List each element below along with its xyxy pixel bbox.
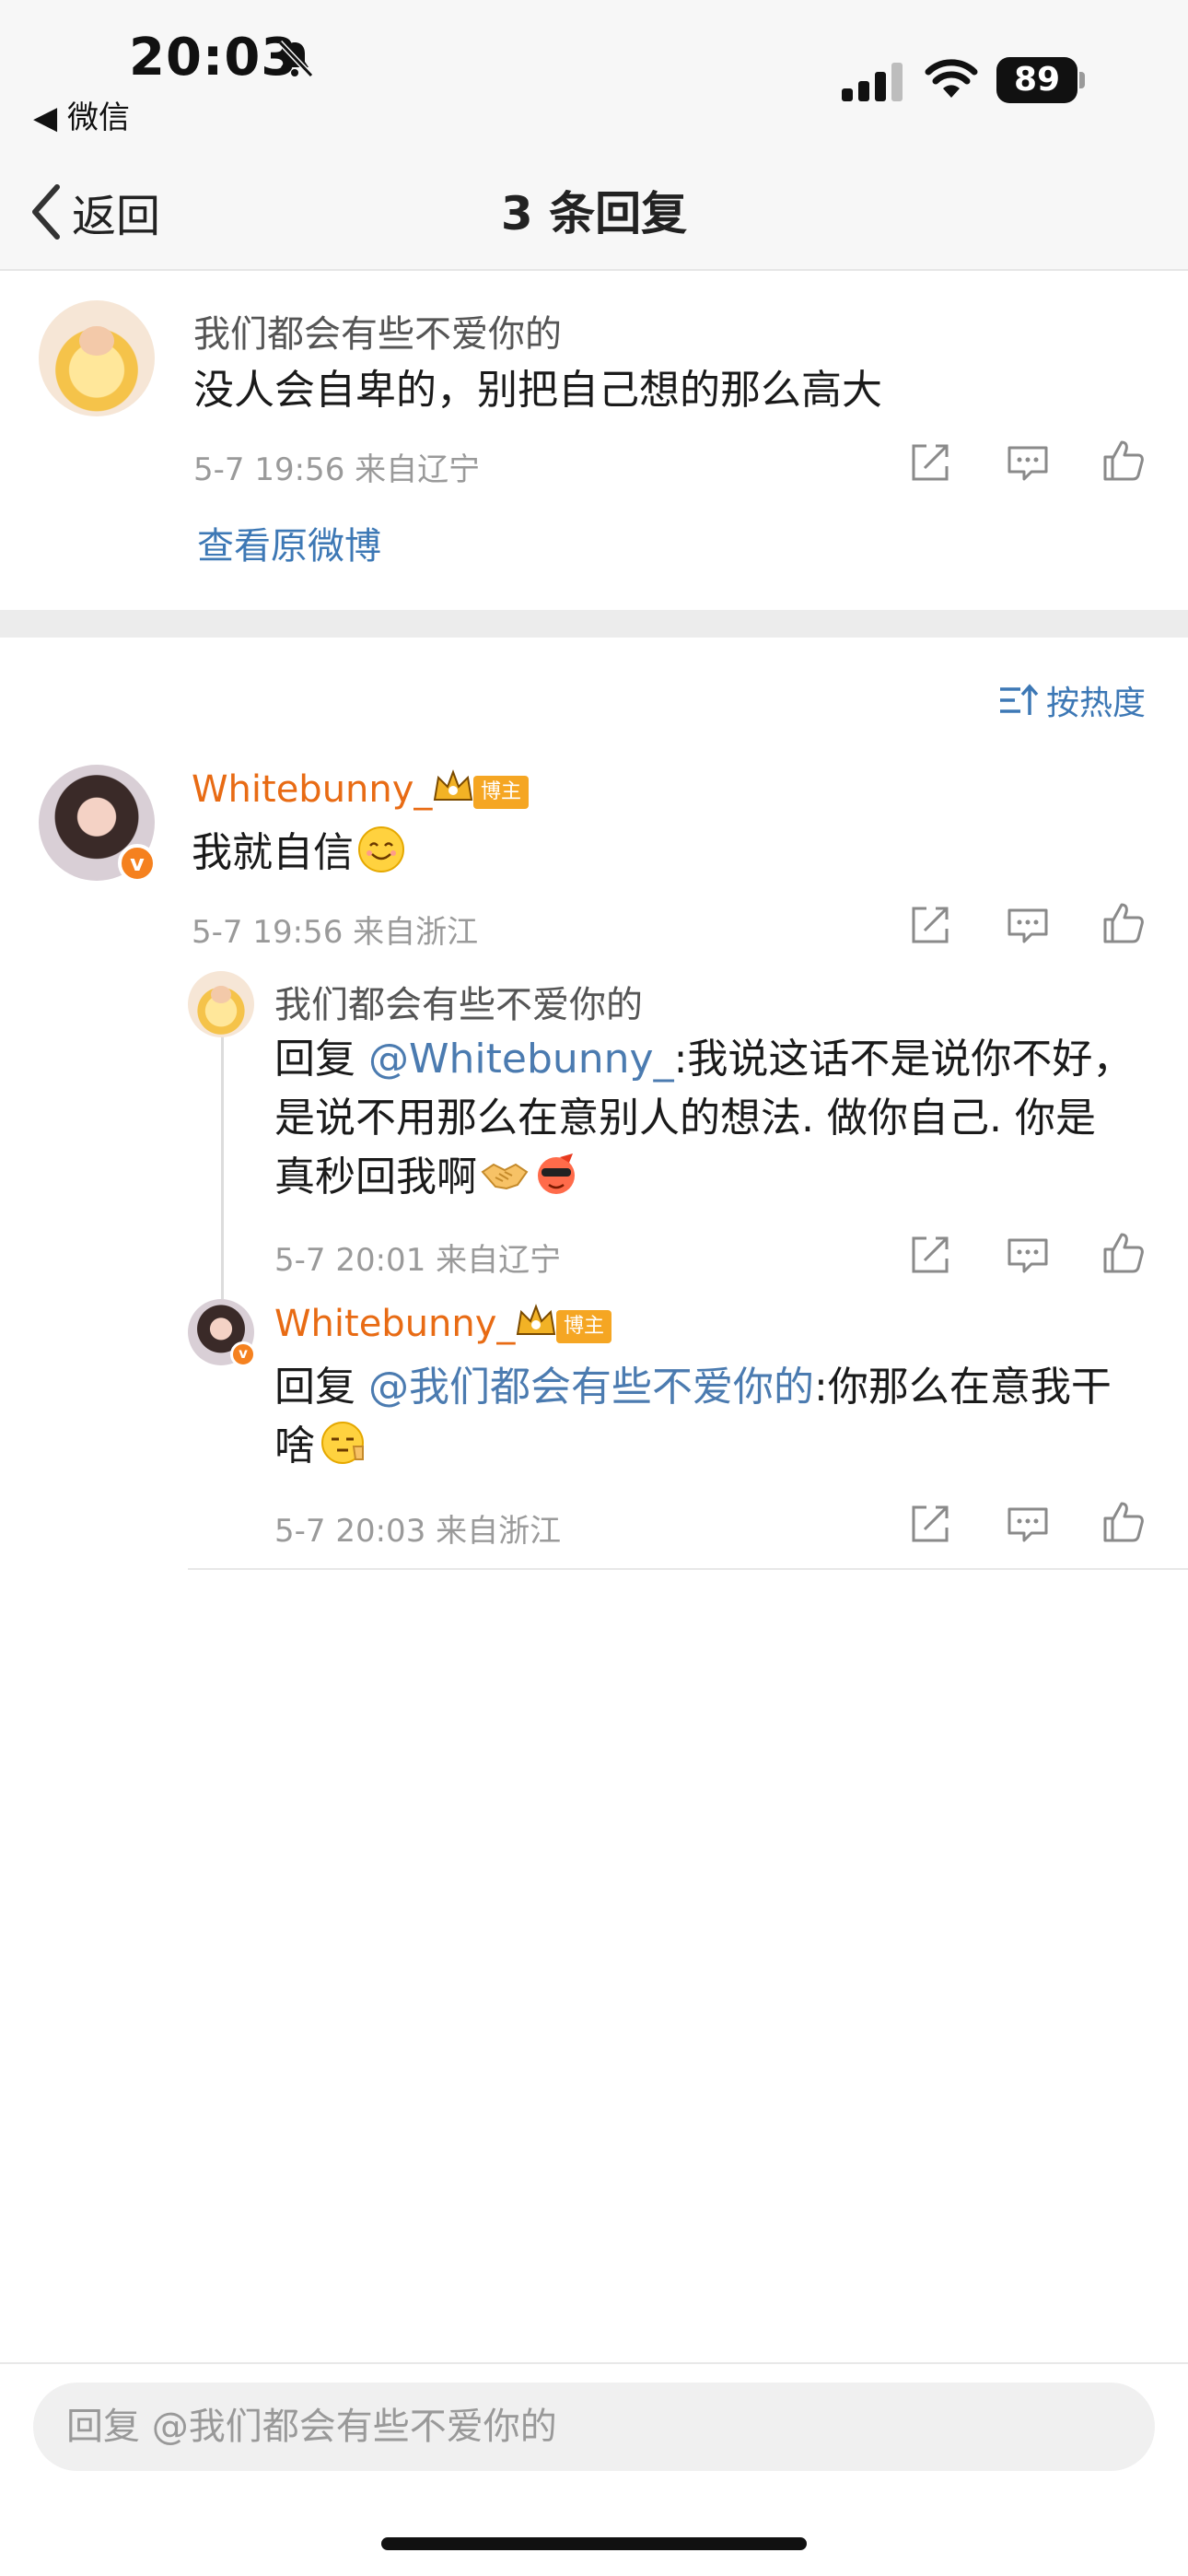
- crown-icon: [433, 769, 473, 801]
- reply-text: 回复 @我们都会有些不爱你的:你那么在意我干 啥: [274, 1358, 1159, 1476]
- cool-emoji-icon: [538, 1153, 575, 1194]
- mention-link[interactable]: @我们都会有些不爱你的: [368, 1364, 814, 1411]
- share-icon[interactable]: [908, 440, 952, 485]
- reply-meta: 5-7 20:03 来自浙江: [274, 1513, 562, 1550]
- sort-button[interactable]: 按热度: [998, 676, 1146, 724]
- sort-label: 按热度: [1046, 685, 1147, 722]
- view-original-link[interactable]: 查看原微博: [197, 516, 381, 569]
- reply-text-segment: :你那么在意我干: [814, 1364, 1112, 1411]
- reply-text-line: 是说不用那么在意别人的想法. 做你自己. 你是: [274, 1095, 1096, 1142]
- top-bar: 20:03 ◀ 微信 89 返回 3 条回复: [0, 0, 1188, 271]
- original-meta: 5-7 19:56 来自辽宁: [193, 451, 481, 488]
- section-divider: [0, 610, 1188, 638]
- comment-icon[interactable]: [1006, 1502, 1050, 1546]
- reply-text-segment: 真秒回我啊: [274, 1153, 477, 1200]
- verified-badge: v: [230, 1341, 256, 1367]
- sort-icon: [1000, 684, 1039, 715]
- reply-text-segment: :我说这话不是说你不好，: [673, 1036, 1134, 1083]
- comment-icon[interactable]: [1006, 903, 1050, 947]
- original-text: 没人会自卑的，别把自己想的那么高大: [193, 367, 882, 414]
- like-icon[interactable]: [1101, 439, 1146, 483]
- smile-emoji-icon: [358, 826, 404, 872]
- reply-meta: 5-7 20:01 来自辽宁: [274, 1242, 562, 1279]
- reply-username[interactable]: Whitebunny_: [274, 1303, 515, 1345]
- reply-prefix: 回复: [274, 1364, 368, 1411]
- comment-icon[interactable]: [1006, 1233, 1050, 1277]
- wifi-icon: [925, 59, 978, 98]
- bottom-divider: [0, 2362, 1188, 2364]
- battery-level: 89: [996, 57, 1077, 103]
- thread-separator: [188, 1568, 1188, 1570]
- reply-text-line: 啥: [274, 1417, 1159, 1476]
- reply-text-segment: 啥: [274, 1423, 315, 1469]
- original-username[interactable]: 我们都会有些不爱你的: [193, 304, 562, 357]
- avatar[interactable]: [188, 971, 254, 1037]
- avatar[interactable]: [39, 300, 155, 416]
- home-indicator[interactable]: [381, 2537, 807, 2550]
- like-icon[interactable]: [1101, 1500, 1146, 1544]
- share-icon[interactable]: [908, 1233, 952, 1277]
- back-to-app[interactable]: ◀ 微信: [33, 92, 130, 137]
- handshake-emoji-icon: [481, 1163, 529, 1190]
- signal-icon: [842, 63, 903, 101]
- battery-icon: 89: [996, 57, 1085, 103]
- blogger-badge: 博主: [556, 1310, 612, 1343]
- bell-mute-icon: [277, 40, 314, 78]
- reply-username[interactable]: 我们都会有些不爱你的: [274, 975, 643, 1028]
- comment-text: 我就自信: [192, 824, 405, 883]
- share-icon[interactable]: [908, 1502, 952, 1546]
- like-icon[interactable]: [1101, 1231, 1146, 1275]
- comment-username[interactable]: Whitebunny_: [192, 768, 432, 811]
- hmm-emoji-icon: [321, 1422, 364, 1464]
- mention-link[interactable]: @Whitebunny_: [368, 1036, 674, 1083]
- reply-text: 回复 @Whitebunny_:我说这话不是说你不好， 是说不用那么在意别人的想…: [274, 1030, 1159, 1207]
- reply-text-line: 真秒回我啊: [274, 1148, 1159, 1207]
- like-icon[interactable]: [1101, 901, 1146, 945]
- reply-text-line: 回复 @我们都会有些不爱你的:你那么在意我干: [274, 1358, 1159, 1417]
- comment-icon[interactable]: [1006, 440, 1050, 485]
- reply-prefix: 回复: [274, 1036, 368, 1083]
- reply-text-line: 回复 @Whitebunny_:我说这话不是说你不好，: [274, 1030, 1159, 1089]
- share-icon[interactable]: [908, 903, 952, 947]
- crown-icon: [516, 1304, 556, 1335]
- blogger-badge: 博主: [473, 776, 530, 809]
- verified-badge: v: [118, 844, 157, 883]
- reply-input[interactable]: 回复 @我们都会有些不爱你的: [33, 2383, 1155, 2471]
- thread-line: [221, 1023, 224, 1299]
- page-title: 3 条回复: [500, 187, 688, 240]
- comment-meta: 5-7 19:56 来自浙江: [192, 914, 479, 951]
- comment-text-content: 我就自信: [192, 829, 354, 876]
